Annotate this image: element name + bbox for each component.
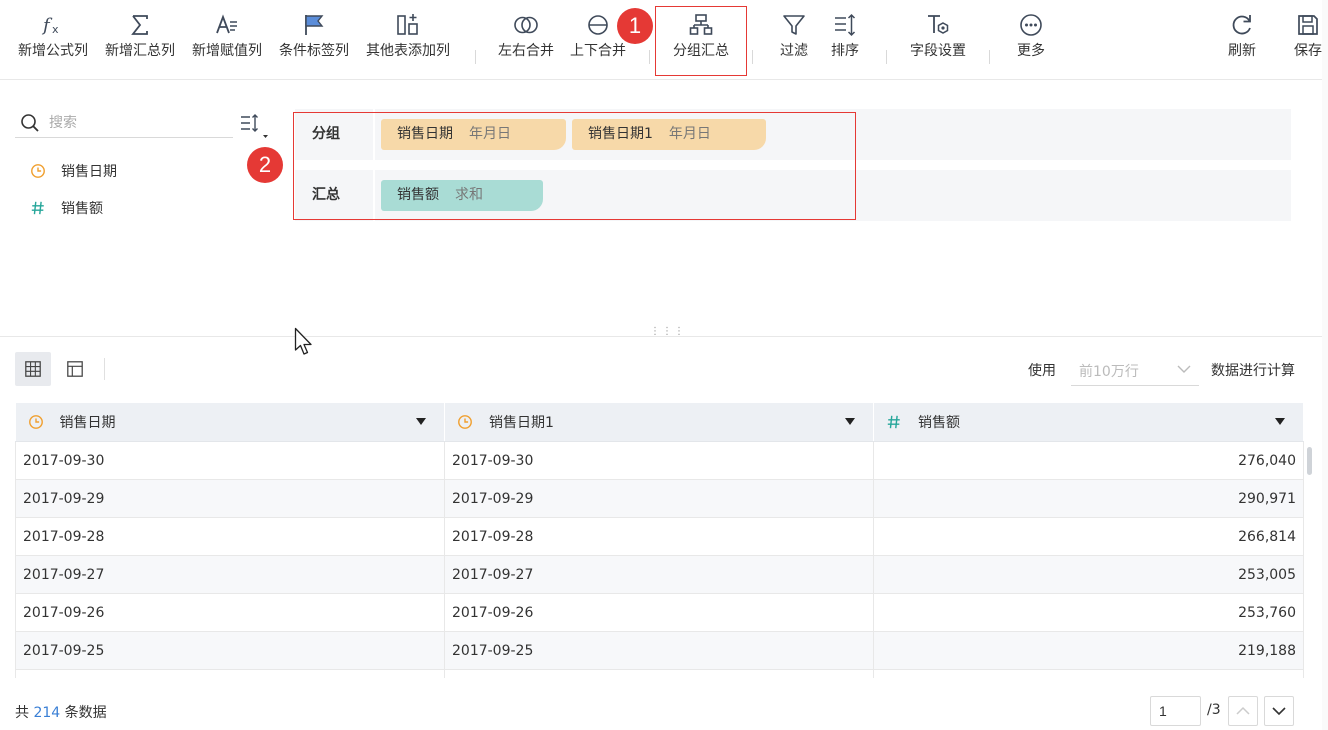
table-cell: 2017-09-27 [444, 555, 874, 594]
table-cell: 2017-09-25 [15, 631, 445, 670]
caret-down-icon[interactable] [1275, 418, 1285, 425]
table-cell: 2017-09-29 [15, 479, 445, 518]
table-row: 2017-09-30 2017-09-30 276,040 [15, 441, 1304, 480]
table-viewport: 销售日期 销售日期1 销售额 2017-09-30 2017-09-30 276… [0, 0, 1328, 678]
table-cell: 2017-09-28 [444, 517, 874, 556]
total-records: 共 214 条数据 [15, 705, 107, 721]
table-cell: 276,040 [873, 441, 1304, 480]
column-header-label: 销售日期 [59, 415, 116, 431]
table-cell: 2017-09-25 [444, 631, 874, 670]
column-header-sales-amount[interactable]: 销售额 [873, 403, 1304, 442]
table-scrollbar[interactable] [1307, 447, 1312, 475]
table-row: 2017-09-28 2017-09-28 266,814 [15, 517, 1304, 556]
chevron-up-icon [1236, 706, 1250, 715]
caret-down-icon[interactable] [845, 418, 855, 425]
column-header-sale-date-1[interactable]: 销售日期1 [444, 403, 874, 442]
caret-down-icon[interactable] [416, 418, 426, 425]
table-row: 2017-09-26 2017-09-26 253,760 [15, 593, 1304, 632]
column-header-label: 销售日期1 [489, 415, 554, 431]
table-cell: 266,814 [873, 517, 1304, 556]
chevron-down-icon [1272, 707, 1286, 716]
hash-icon [886, 414, 904, 430]
table-cell: 2017-09-27 [15, 555, 445, 594]
table-cell: 253,760 [873, 593, 1304, 632]
column-header-sale-date[interactable]: 销售日期 [15, 403, 445, 442]
table-cell: 2017-09-26 [15, 593, 445, 632]
table-cell: 2017-09-30 [444, 441, 874, 480]
table-cell: 290,971 [873, 479, 1304, 518]
table-row: 2017-09-29 2017-09-29 290,971 [15, 479, 1304, 518]
data-table: 销售日期 销售日期1 销售额 2017-09-30 2017-09-30 276… [15, 403, 1304, 678]
table-row: 2017-09-25 2017-09-25 219,188 [15, 631, 1304, 670]
table-row: 2017-09-27 2017-09-27 253,005 [15, 555, 1304, 594]
record-count: 214 [33, 705, 61, 721]
table-row [15, 669, 1304, 678]
table-cell: 2017-09-30 [15, 441, 445, 480]
mouse-cursor-icon [294, 327, 312, 355]
page-total: /3 [1207, 702, 1221, 718]
table-cell [444, 669, 874, 678]
next-page-button[interactable] [1264, 696, 1294, 726]
page-scrollbar-track[interactable] [1322, 0, 1328, 730]
table-cell: 219,188 [873, 631, 1304, 670]
table-cell: 2017-09-29 [444, 479, 874, 518]
prev-page-button[interactable] [1228, 696, 1258, 726]
page-number-input[interactable] [1150, 696, 1201, 726]
table-cell [15, 669, 445, 678]
table-cell [873, 669, 1304, 678]
clock-icon [457, 414, 475, 430]
table-cell: 253,005 [873, 555, 1304, 594]
table-cell: 2017-09-28 [15, 517, 445, 556]
column-header-label: 销售额 [918, 415, 960, 431]
clock-icon [28, 414, 46, 430]
table-cell: 2017-09-26 [444, 593, 874, 632]
